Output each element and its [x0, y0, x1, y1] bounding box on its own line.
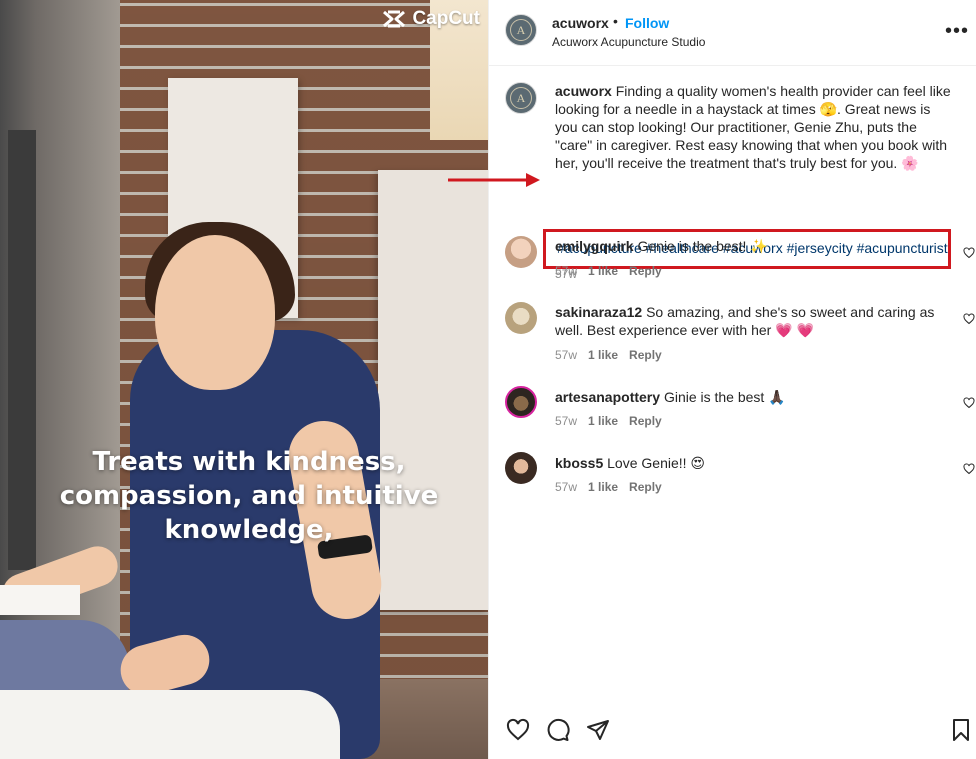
table-sheet: [0, 585, 80, 615]
profile-subtitle[interactable]: Acuworx Acupuncture Studio: [552, 35, 705, 49]
bookmark-icon[interactable]: [949, 718, 973, 742]
caption-body: Finding a quality women's health provide…: [555, 83, 951, 171]
video-caption-line: Treats with kindness,: [92, 447, 406, 477]
comment-likes[interactable]: 1 like: [588, 264, 618, 278]
video-caption-line: compassion, and intuitive: [59, 481, 439, 511]
capcut-watermark: CapCut: [382, 8, 480, 30]
comment-meta: 57w 1 like Reply: [555, 480, 662, 494]
action-bar: [489, 706, 976, 756]
commenter-avatar[interactable]: [505, 302, 537, 334]
comment-username[interactable]: sakinaraza12: [555, 304, 642, 320]
comment-text: sakinaraza12 So amazing, and she's so sw…: [555, 303, 935, 339]
caption-username[interactable]: acuworx: [555, 83, 612, 99]
follow-button[interactable]: Follow: [625, 15, 669, 31]
more-horizontal-icon[interactable]: •••: [945, 20, 969, 43]
post-sidebar: A acuworx • Follow Acuworx Acupuncture S…: [488, 0, 976, 759]
comment-likes[interactable]: 1 like: [588, 414, 618, 428]
comment-username[interactable]: artesanapottery: [555, 389, 660, 405]
comment-text: kboss5 Love Genie!! 😍: [555, 454, 935, 472]
avatar-letter: A: [510, 87, 532, 109]
comment-meta: 57w 1 like Reply: [555, 348, 662, 362]
reply-button[interactable]: Reply: [629, 480, 662, 494]
profile-avatar[interactable]: A: [505, 14, 537, 46]
profile-username[interactable]: acuworx: [552, 15, 609, 31]
comment-time[interactable]: 57w: [555, 414, 577, 428]
like-heart-icon[interactable]: [963, 247, 975, 259]
commenter-avatar[interactable]: [505, 236, 537, 268]
comment-body: Ginie is the best 🙏🏿: [663, 389, 786, 405]
reply-button[interactable]: Reply: [629, 414, 662, 428]
reply-button[interactable]: Reply: [629, 264, 662, 278]
practitioner-face: [155, 235, 275, 390]
comment-time[interactable]: 57w: [555, 480, 577, 494]
comment-body: Genie is the best! ✨: [637, 238, 768, 254]
commenter-avatar[interactable]: [505, 452, 537, 484]
doorframe: [8, 130, 36, 570]
comment-meta: 57w 1 like Reply: [555, 264, 662, 278]
heart-icon[interactable]: [506, 718, 530, 742]
reply-button[interactable]: Reply: [629, 348, 662, 362]
post-header: A acuworx • Follow Acuworx Acupuncture S…: [489, 0, 976, 66]
like-heart-icon[interactable]: [963, 463, 975, 475]
post-video[interactable]: CapCut Treats with kindness, compassion,…: [0, 0, 488, 759]
capcut-label: CapCut: [412, 8, 480, 29]
commenter-avatar-story[interactable]: [505, 386, 537, 418]
video-caption-line: knowledge,: [164, 515, 334, 545]
avatar-letter: A: [510, 19, 532, 41]
comment-meta: 57w 1 like Reply: [555, 414, 662, 428]
annotation-arrow-icon: [448, 173, 540, 187]
caption-avatar[interactable]: A: [505, 82, 537, 114]
video-caption: Treats with kindness, compassion, and in…: [40, 445, 458, 547]
capcut-logo-icon: [383, 10, 406, 28]
caption-text: acuworx Finding a quality women's health…: [555, 82, 955, 172]
comment-username[interactable]: kboss5: [555, 455, 603, 471]
instagram-post: CapCut Treats with kindness, compassion,…: [0, 0, 976, 759]
comment-text: emilygquirk Genie is the best! ✨: [555, 237, 935, 255]
like-heart-icon[interactable]: [963, 397, 975, 409]
like-heart-icon[interactable]: [963, 313, 975, 325]
comment-icon[interactable]: [546, 718, 570, 742]
comment-text: artesanapottery Ginie is the best 🙏🏿: [555, 388, 935, 406]
separator-dot: •: [613, 13, 618, 29]
share-icon[interactable]: [586, 718, 610, 742]
comment-likes[interactable]: 1 like: [588, 480, 618, 494]
towel: [0, 690, 340, 759]
comment-username[interactable]: emilygquirk: [555, 238, 634, 254]
comment-likes[interactable]: 1 like: [588, 348, 618, 362]
comment-time[interactable]: 57w: [555, 348, 577, 362]
comment-body: Love Genie!! 😍: [607, 455, 706, 471]
comment-time[interactable]: 57w: [555, 264, 577, 278]
